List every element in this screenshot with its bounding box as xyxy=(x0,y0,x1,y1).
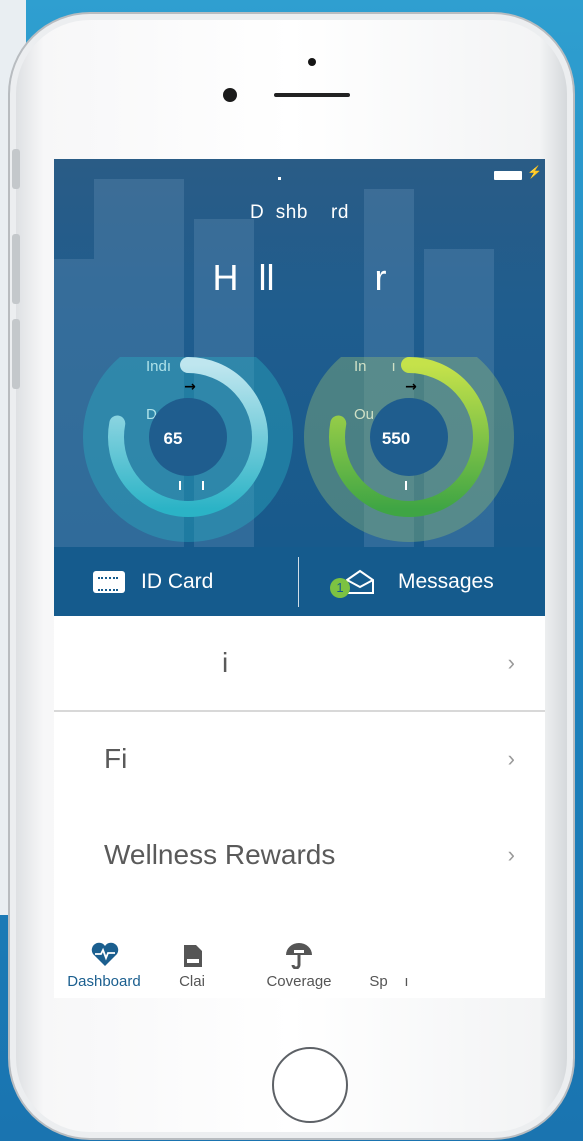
arrow-right-icon: → xyxy=(405,379,417,395)
oop-value: 550 xyxy=(381,429,411,448)
ring-tick xyxy=(179,481,181,490)
home-button[interactable] xyxy=(272,1047,348,1123)
app-screen: ⚡ D shb rd H ll r Indı l Deductı le In ı… xyxy=(54,159,545,998)
out-of-pocket-ring[interactable]: → xyxy=(304,357,514,547)
mute-switch xyxy=(12,149,20,189)
id-card-label: ID Card xyxy=(141,569,214,593)
document-icon xyxy=(184,945,202,967)
ring-tick xyxy=(202,481,204,490)
tab-coverage[interactable]: Coverage xyxy=(259,935,339,998)
proximity-sensor xyxy=(308,58,316,66)
tab-label: Dashboard xyxy=(67,973,141,990)
tab-support[interactable]: Sp ı xyxy=(344,935,434,998)
list-item-wellness-rewards[interactable]: Wellness Rewards › xyxy=(54,808,545,902)
ring-tick xyxy=(405,481,407,490)
list-item-label: Wellness Rewards xyxy=(104,839,336,870)
tab-bar: Dashboard Clai Coverage Sp ı xyxy=(54,935,545,998)
charging-icon: ⚡ xyxy=(527,165,542,179)
list-item[interactable]: i › xyxy=(54,616,545,710)
chevron-right-icon: › xyxy=(507,746,515,771)
heart-pulse-icon xyxy=(91,942,119,966)
tab-label: Coverage xyxy=(266,973,332,990)
list-item-label: Fi xyxy=(104,743,128,774)
arrow-right-icon: → xyxy=(184,379,196,395)
tab-label: Clai xyxy=(179,973,205,990)
deductible-ring[interactable]: → xyxy=(83,357,293,547)
volume-down-button xyxy=(12,319,20,389)
front-camera xyxy=(223,88,237,102)
deductible-value: 65 xyxy=(163,429,183,448)
messages-label: Messages xyxy=(398,569,494,593)
tab-claims[interactable]: Clai xyxy=(164,935,220,998)
tab-label: Sp ı xyxy=(369,973,409,990)
volume-up-button xyxy=(12,234,20,304)
dashboard-hero: ⚡ D shb rd H ll r Indı l Deductı le In ı… xyxy=(54,159,545,547)
id-card-icon xyxy=(93,570,125,593)
screen-title: D shb rd xyxy=(250,202,349,223)
tab-dashboard[interactable]: Dashboard xyxy=(58,935,150,998)
umbrella-icon xyxy=(286,943,312,969)
action-bar: ID Card 1 Messages xyxy=(54,547,545,616)
earpiece-speaker xyxy=(274,93,350,97)
list-item-label: i xyxy=(222,647,229,678)
status-indicator xyxy=(278,177,281,180)
id-card-button[interactable]: ID Card xyxy=(93,547,213,616)
chevron-right-icon: › xyxy=(507,842,515,867)
action-divider xyxy=(298,557,299,607)
envelope-open-icon: 1 xyxy=(330,568,376,598)
chevron-right-icon: › xyxy=(507,650,515,675)
messages-button[interactable]: 1 Messages xyxy=(330,547,494,616)
battery-icon xyxy=(494,171,522,180)
message-count-badge: 1 xyxy=(330,577,350,598)
list-item[interactable]: Fi › xyxy=(54,712,545,806)
greeting-text: H ll r xyxy=(212,257,387,298)
